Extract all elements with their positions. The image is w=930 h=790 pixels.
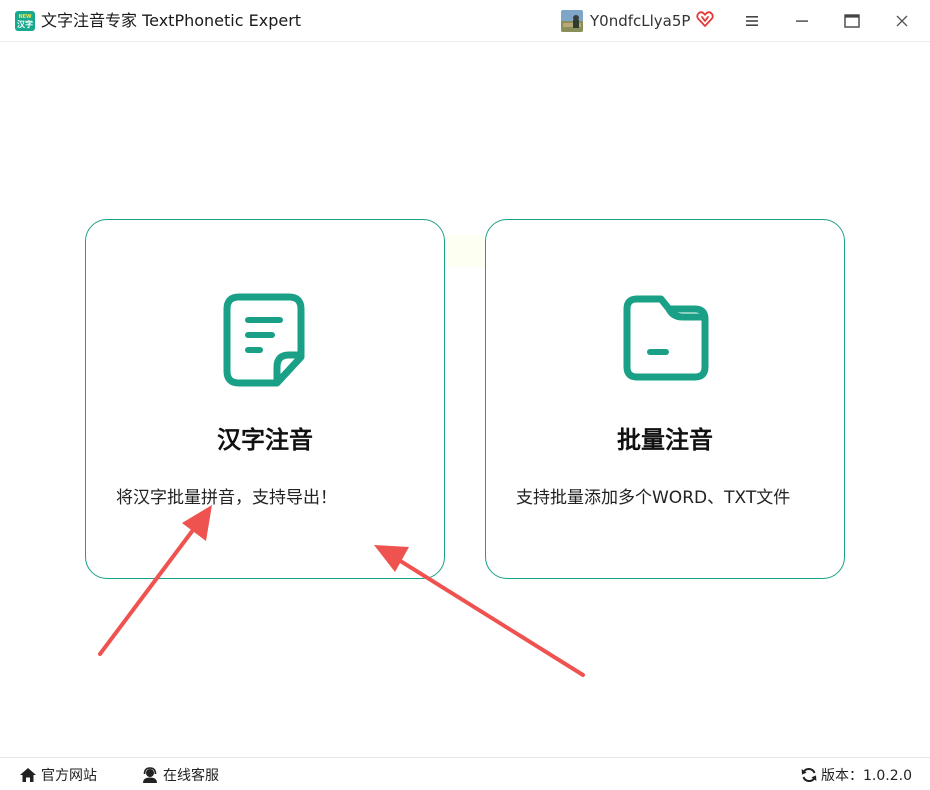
heart-vip-icon[interactable] bbox=[696, 10, 714, 28]
minimize-icon bbox=[796, 20, 808, 22]
card-description: 将汉字批量拼音，支持导出！ bbox=[116, 488, 337, 508]
close-button[interactable] bbox=[889, 8, 915, 34]
username[interactable]: Y0ndfcLlya5P bbox=[590, 11, 690, 31]
official-site-link[interactable]: 官方网站 bbox=[19, 765, 97, 785]
version-label: 版本：1.0.2.0 bbox=[821, 768, 912, 784]
card-batch-phonetic[interactable]: 批量注音 支持批量添加多个WORD、TXT文件 bbox=[485, 219, 845, 579]
online-service-label: 在线客服 bbox=[163, 768, 219, 784]
close-icon bbox=[896, 15, 908, 27]
card-description: 支持批量添加多个WORD、TXT文件 bbox=[516, 488, 791, 508]
menu-button[interactable] bbox=[739, 8, 765, 34]
app-title: 文字注音专家 TextPhonetic Expert bbox=[41, 11, 302, 30]
card-title: 批量注音 bbox=[617, 426, 713, 454]
avatar[interactable] bbox=[561, 10, 583, 32]
official-site-label: 官方网站 bbox=[41, 768, 97, 784]
refresh-icon bbox=[801, 767, 817, 783]
card-hanzi-phonetic[interactable]: 汉字注音 将汉字批量拼音，支持导出！ bbox=[85, 219, 445, 579]
minimize-button[interactable] bbox=[789, 8, 815, 34]
avatar-image bbox=[561, 10, 583, 32]
app-window: NEW 汉字 文字注音专家 TextPhonetic Expert Y0ndfc… bbox=[0, 0, 930, 790]
folder-icon bbox=[623, 295, 709, 381]
status-bar: 官方网站 在线客服 版本：1.0.2.0 bbox=[0, 757, 930, 790]
document-icon bbox=[223, 293, 305, 387]
card-title: 汉字注音 bbox=[217, 426, 313, 454]
online-service-link[interactable]: 在线客服 bbox=[141, 765, 219, 785]
app-logo: NEW 汉字 bbox=[15, 11, 35, 31]
maximize-button[interactable] bbox=[839, 8, 865, 34]
maximize-icon bbox=[844, 14, 860, 28]
title-bar: NEW 汉字 文字注音专家 TextPhonetic Expert Y0ndfc… bbox=[0, 0, 930, 42]
app-logo-bottom-text: 汉字 bbox=[17, 19, 33, 29]
home-icon bbox=[20, 768, 36, 782]
version-info: 版本：1.0.2.0 bbox=[801, 765, 912, 785]
headset-icon bbox=[143, 767, 157, 783]
menu-icon bbox=[746, 16, 758, 26]
